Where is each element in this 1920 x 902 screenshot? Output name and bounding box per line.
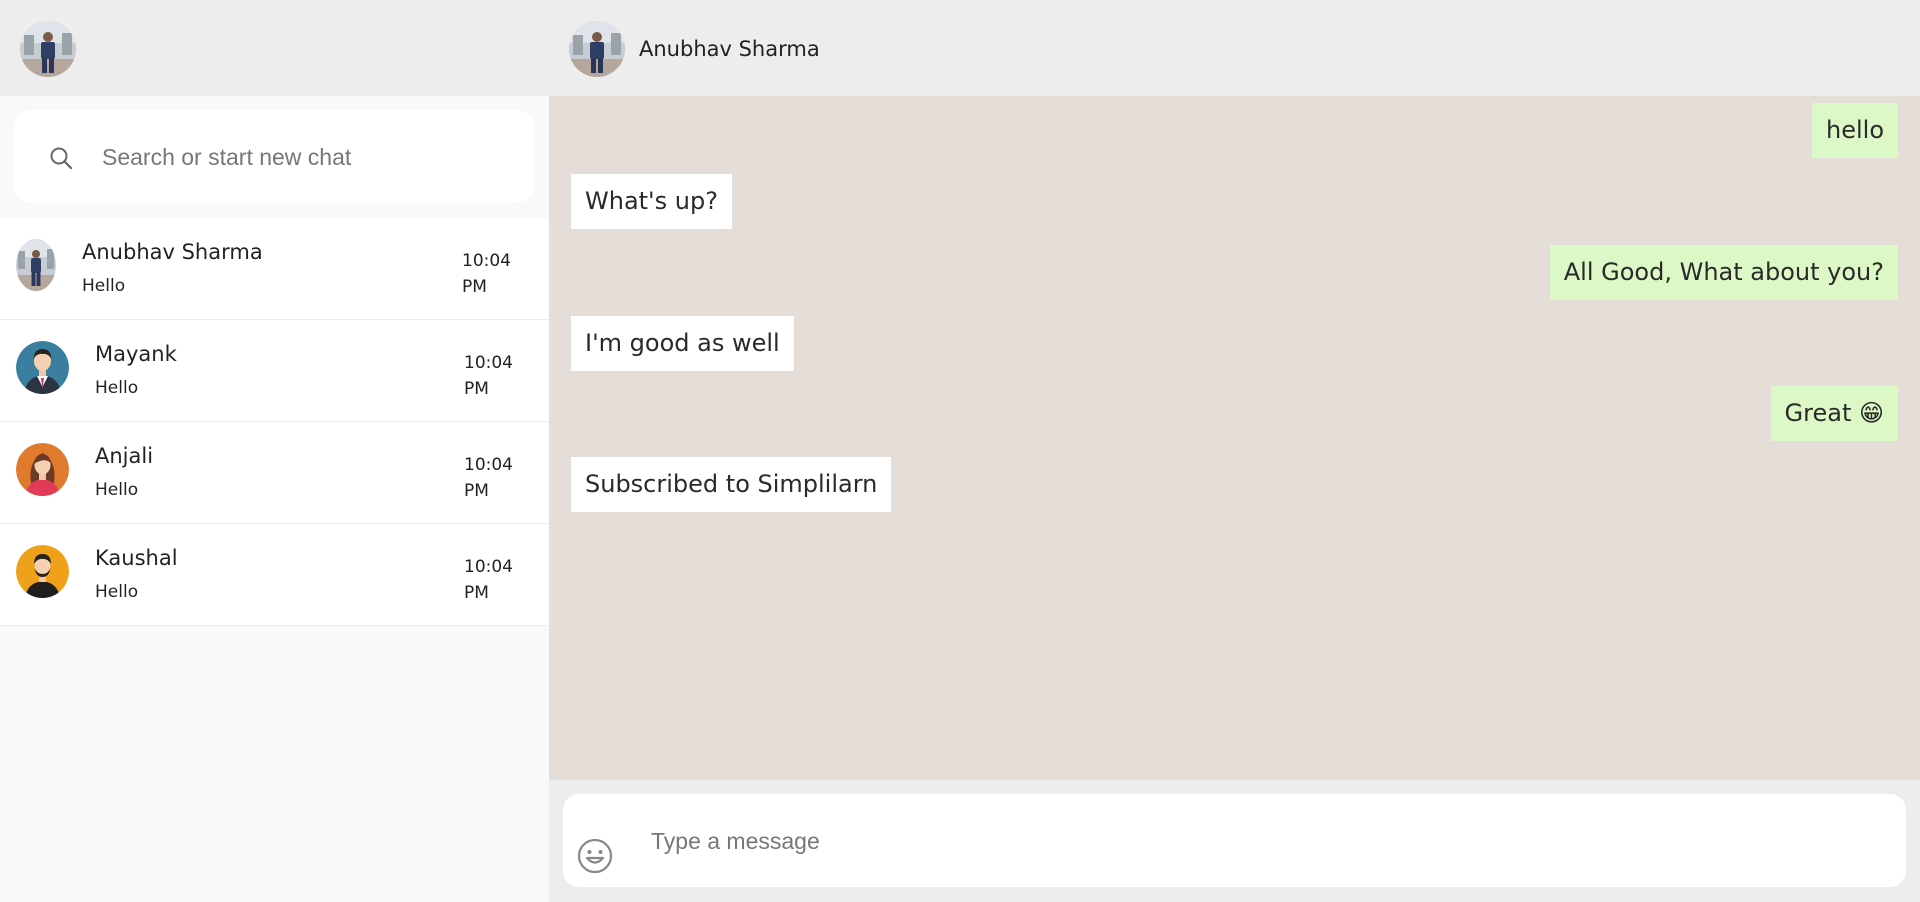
- chat-name: Anjali: [95, 444, 154, 468]
- man-in-suit-avatar-icon: [16, 341, 69, 394]
- search-icon: [50, 147, 73, 170]
- contact-name: Anubhav Sharma: [639, 37, 820, 61]
- message-incoming: Subscribed to Simplilarn: [571, 457, 892, 512]
- chat-time: 10:04 PM: [464, 557, 513, 603]
- chat-list: Anubhav Sharma Hello 10:04 PM Mayank Hel…: [0, 218, 549, 626]
- message-input[interactable]: [649, 814, 1883, 868]
- composer-box: [563, 794, 1906, 887]
- chat-item-mayank[interactable]: Mayank Hello 10:04 PM: [0, 320, 549, 422]
- chat-name: Mayank: [95, 342, 177, 366]
- man-bearded-avatar-icon: [16, 545, 69, 598]
- search-input[interactable]: [100, 130, 514, 184]
- message-area: hello What's up? All Good, What about yo…: [549, 96, 1920, 780]
- conversation-header: Anubhav Sharma: [549, 0, 1920, 96]
- photo-man-avatar-icon: [16, 239, 56, 291]
- chat-item-kaushal[interactable]: Kaushal Hello 10:04 PM: [0, 524, 549, 626]
- avatar: [16, 545, 69, 598]
- chat-preview: Hello: [95, 582, 139, 602]
- chat-item-anubhav-sharma[interactable]: Anubhav Sharma Hello 10:04 PM: [0, 218, 549, 320]
- chat-preview: Hello: [95, 378, 139, 398]
- chat-preview: Hello: [82, 276, 126, 296]
- user-avatar[interactable]: [20, 21, 76, 77]
- chat-time: 10:04 PM: [462, 251, 511, 297]
- message-incoming: I'm good as well: [571, 316, 794, 371]
- photo-man-avatar-icon: [20, 21, 76, 77]
- chat-time: 10:04 PM: [464, 455, 513, 501]
- woman-avatar-icon: [16, 443, 69, 496]
- photo-man-avatar-icon: [569, 21, 625, 77]
- avatar: [16, 341, 69, 394]
- chat-time: 10:04 PM: [464, 353, 513, 399]
- sidebar: Anubhav Sharma Hello 10:04 PM Mayank Hel…: [0, 0, 549, 902]
- search-bar: [14, 110, 534, 203]
- avatar: [16, 239, 56, 291]
- sidebar-header: [0, 0, 549, 96]
- contact-avatar[interactable]: [569, 21, 625, 77]
- composer: [549, 780, 1920, 902]
- avatar: [16, 443, 69, 496]
- message-outgoing: Great 😁: [1770, 386, 1898, 441]
- chat-name: Kaushal: [95, 546, 178, 570]
- chat-item-anjali[interactable]: Anjali Hello 10:04 PM: [0, 422, 549, 524]
- chat-preview: Hello: [95, 480, 139, 500]
- message-outgoing: hello: [1812, 103, 1898, 158]
- message-outgoing: All Good, What about you?: [1549, 245, 1898, 300]
- chat-name: Anubhav Sharma: [82, 240, 263, 264]
- message-incoming: What's up?: [571, 174, 732, 229]
- emoji-icon[interactable]: [577, 838, 613, 874]
